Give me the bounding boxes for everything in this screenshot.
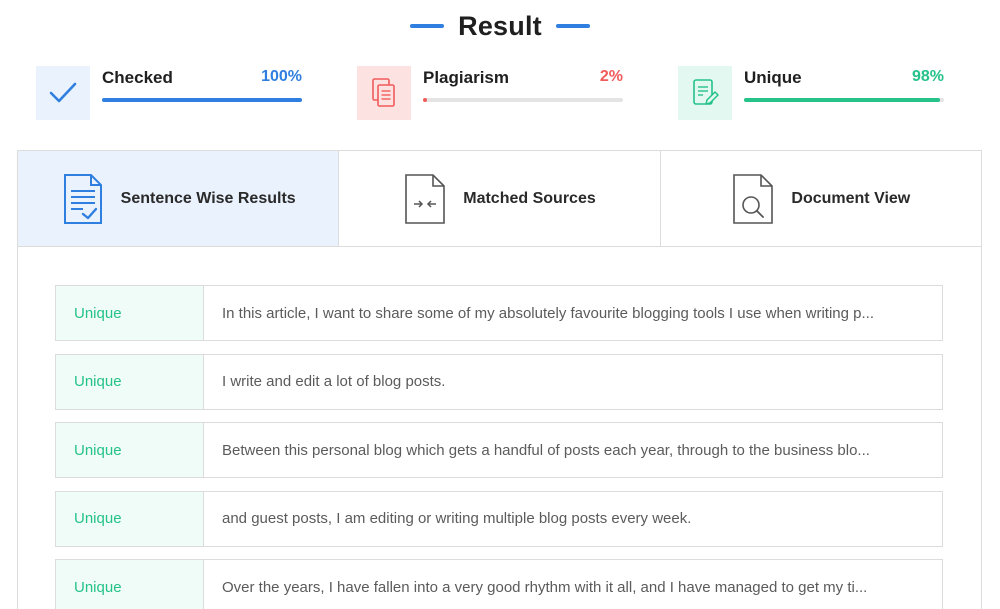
result-sentence: I write and edit a lot of blog posts. <box>204 355 942 409</box>
sentence-results-list: Unique In this article, I want to share … <box>55 285 943 609</box>
tab-matched-sources[interactable]: Matched Sources <box>339 151 661 246</box>
stat-checked-label: Checked <box>102 68 173 87</box>
checkmark-icon <box>36 66 90 120</box>
result-row[interactable]: Unique Over the years, I have fallen int… <box>55 559 943 609</box>
tab-label: Document View <box>791 189 911 207</box>
tab-label: Sentence Wise Results <box>120 189 296 207</box>
stat-unique-progress-fill <box>744 98 940 102</box>
title-decoration-right <box>555 24 590 28</box>
tab-label: Matched Sources <box>463 189 596 207</box>
page-title: Result <box>458 10 542 41</box>
result-sentence: Between this personal blog which gets a … <box>204 423 942 477</box>
stat-unique-value: 98% <box>911 68 944 85</box>
results-panel: Sentence Wise Results Matched Sources Do… <box>17 150 982 609</box>
result-sentence: Over the years, I have fallen into a ver… <box>204 560 942 609</box>
result-sentence: and guest posts, I am editing or writing… <box>204 492 942 546</box>
checked-document-icon <box>61 173 105 225</box>
result-row[interactable]: Unique and guest posts, I am editing or … <box>55 490 943 547</box>
result-sentence-text: and guest posts, I am editing or writing… <box>222 510 692 527</box>
result-sentence: In this article, I want to share some of… <box>204 286 942 340</box>
result-row[interactable]: Unique In this article, I want to share … <box>55 285 943 341</box>
compare-document-icon <box>403 173 447 225</box>
result-sentence-text: I write and edit a lot of blog posts. <box>222 373 446 390</box>
title-decoration-left <box>410 24 445 28</box>
result-sentence-text: In this article, I want to share some of… <box>222 304 874 322</box>
tab-sentence-wise-results[interactable]: Sentence Wise Results <box>18 151 340 246</box>
result-status-tag: Unique <box>56 423 204 477</box>
edit-document-icon <box>678 66 732 120</box>
result-header: Result <box>0 8 1000 44</box>
result-sentence-text: Over the years, I have fallen into a ver… <box>222 578 868 596</box>
stat-plagiarism-progress <box>423 98 623 102</box>
stat-checked-value: 100% <box>261 68 302 85</box>
stat-plagiarism-value: 2% <box>599 68 623 85</box>
result-status-tag: Unique <box>56 286 204 340</box>
result-status-tag: Unique <box>56 491 204 546</box>
stat-unique-progress <box>744 98 944 102</box>
stat-checked-progress <box>102 98 302 102</box>
result-tabs: Sentence Wise Results Matched Sources Do… <box>18 151 981 247</box>
result-row[interactable]: Unique I write and edit a lot of blog po… <box>55 353 943 410</box>
copy-documents-icon <box>357 66 411 120</box>
result-status-tag: Unique <box>56 354 204 409</box>
stat-checked: Checked 100% <box>36 66 304 120</box>
result-sentence-text: Between this personal blog which gets a … <box>222 441 870 459</box>
stat-plagiarism: Plagiarism 2% <box>357 66 625 120</box>
tab-document-view[interactable]: Document View <box>661 151 981 246</box>
result-status-tag: Unique <box>56 560 204 609</box>
result-row[interactable]: Unique Between this personal blog which … <box>55 422 943 478</box>
search-document-icon <box>731 173 775 225</box>
stat-checked-progress-fill <box>102 98 302 102</box>
stat-plagiarism-label: Plagiarism <box>423 68 509 87</box>
stat-unique-label: Unique <box>744 68 802 87</box>
stat-unique: Unique 98% <box>678 66 946 120</box>
stat-plagiarism-progress-fill <box>423 98 427 102</box>
